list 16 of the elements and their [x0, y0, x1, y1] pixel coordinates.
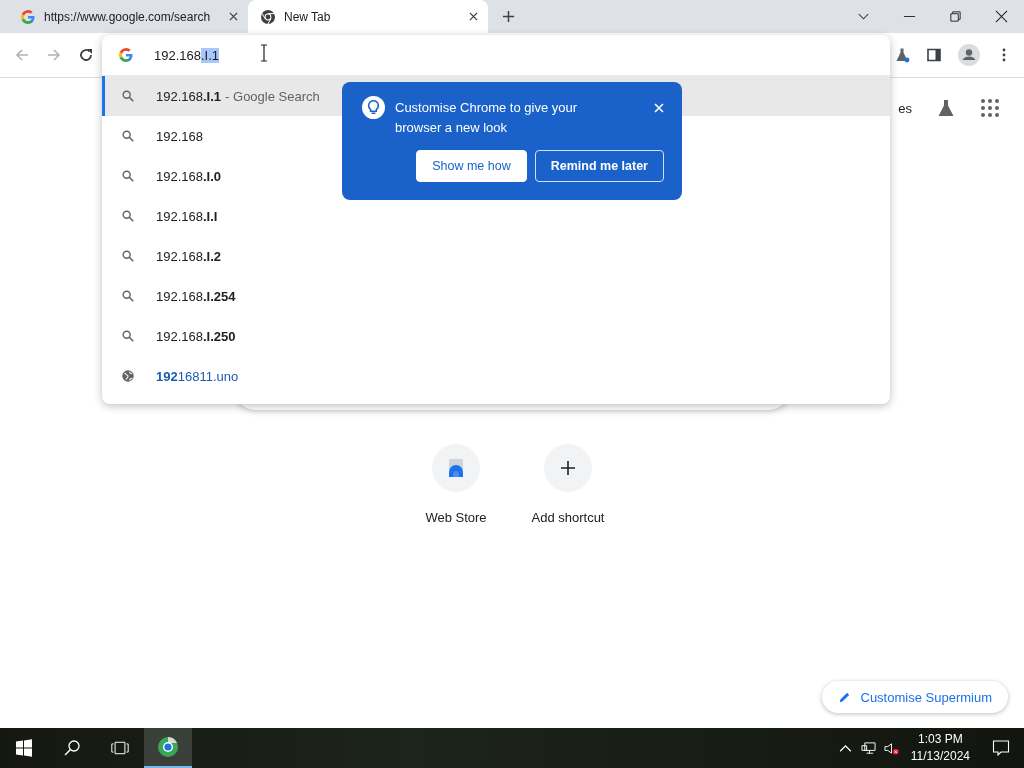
- suggestion-text: 192.168: [156, 128, 203, 144]
- suggestion-text: 192.168.I.254: [156, 288, 236, 304]
- suggestion-description: - Google Search: [225, 88, 320, 104]
- suggestion-text: 192.168.I.2: [156, 248, 222, 264]
- suggestion-text: 192.168.I.I: [156, 208, 218, 224]
- promo-message: Customise Chrome to give your browser a new look: [395, 99, 579, 137]
- suggestion-text: 192.168.I.1: [156, 88, 222, 104]
- tab-title: https://www.google.com/search: [44, 9, 212, 24]
- suggestion-text: 19216811.uno: [156, 368, 239, 384]
- shortcut-label: Add shortcut: [531, 510, 605, 525]
- suggestion-text: 192.168.I.250: [156, 328, 236, 344]
- shortcut-label: Web Store: [425, 510, 487, 525]
- suggestion-text: 192.168.I.0: [156, 168, 222, 184]
- clock-time: 1:03 PM: [918, 731, 963, 748]
- clock-date: 11/13/2024: [910, 748, 970, 765]
- tab-title: New Tab: [284, 9, 332, 24]
